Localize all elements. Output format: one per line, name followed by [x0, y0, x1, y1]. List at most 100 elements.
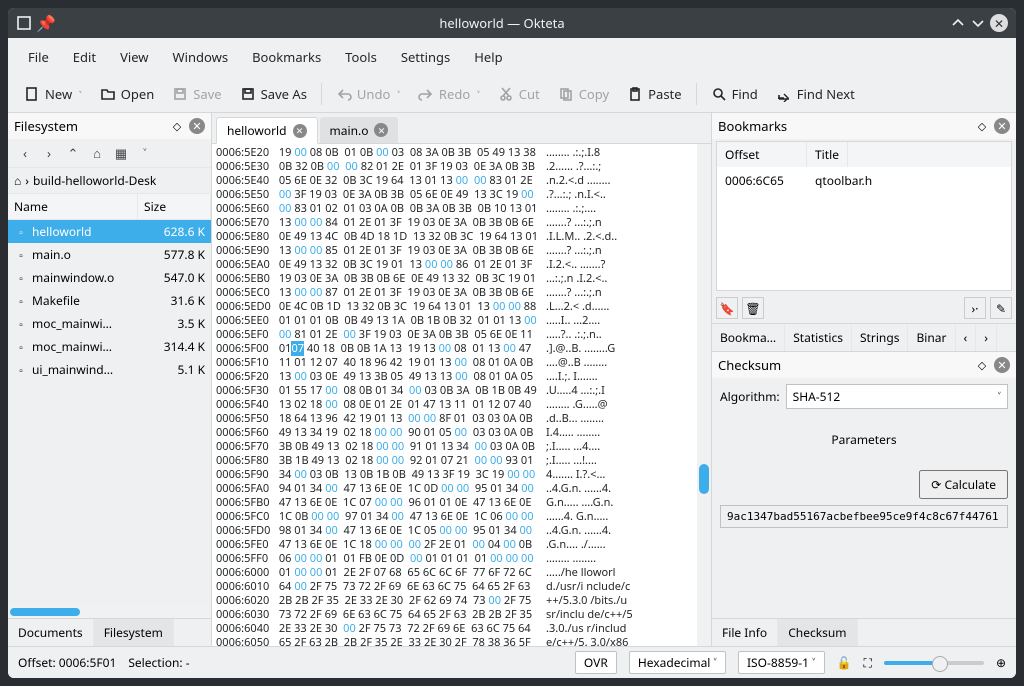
paste-button[interactable]: Paste [619, 80, 689, 108]
minimize-icon[interactable] [950, 15, 966, 31]
open-button[interactable]: Open [92, 80, 163, 108]
panel-float-icon[interactable]: ◇ [974, 118, 990, 134]
pin-icon[interactable]: 📌 [38, 15, 54, 31]
cut-button[interactable]: Cut [490, 80, 548, 108]
file-icon: ▫ [14, 317, 28, 331]
checksum-title: Checksum [718, 356, 781, 374]
nav-fwd-icon[interactable]: › [38, 143, 60, 163]
file-icon: ▫ [14, 294, 28, 308]
redo-button[interactable]: Redo˅ [410, 80, 488, 108]
tab-filesystem[interactable]: Filesystem [94, 619, 174, 646]
copy-button[interactable]: Copy [550, 80, 617, 108]
status-selection: Selection: - [128, 654, 189, 671]
nav-up-icon[interactable]: ⌃ [62, 143, 84, 163]
titlebar: 📌 helloworld — Okteta ✕ [8, 8, 1016, 38]
editor-area: helloworld✕ main.o✕ 0006:5E20 0006:5E30 … [212, 113, 712, 646]
file-row[interactable]: ▫moc_mainwi…3.5 K [8, 312, 211, 335]
save-as-button[interactable]: Save As [232, 80, 315, 108]
zoom-reset-icon[interactable]: ⊕ [996, 654, 1006, 671]
bk-col-title[interactable]: Title [807, 142, 848, 167]
menu-help[interactable]: Help [464, 44, 512, 70]
panel-close-icon[interactable]: ✕ [994, 357, 1010, 373]
tab-documents[interactable]: Documents [8, 619, 94, 646]
algo-select[interactable]: SHA-512 ˅ [786, 384, 1008, 409]
filesystem-title: Filesystem [14, 117, 78, 135]
panel-float-icon[interactable]: ◇ [974, 357, 990, 373]
nav-dropdown-icon[interactable]: ˅ [134, 143, 156, 163]
new-button[interactable]: New˅ [16, 80, 90, 108]
params-label: Parameters [720, 415, 1008, 464]
menu-bookmarks[interactable]: Bookmarks [242, 44, 331, 70]
breadcrumb[interactable]: ⌂ › build-helloworld-Desk [8, 168, 211, 194]
file-row[interactable]: ▫main.o577.8 K [8, 243, 211, 266]
status-mode[interactable]: OVR [575, 651, 617, 674]
rtab-bookmarks[interactable]: Bookma… [712, 324, 785, 351]
save-button[interactable]: Save [164, 80, 229, 108]
hex-view[interactable]: 0006:5E20 0006:5E30 0006:5E40 0006:5E50 … [212, 144, 711, 646]
fit-icon[interactable]: ⛶ [864, 654, 872, 671]
file-icon: ▫ [14, 271, 28, 285]
bookmark-row[interactable]: 0006:6C65 qtoolbar.h [717, 167, 1011, 194]
rtab-statistics[interactable]: Statistics [785, 324, 852, 351]
bookmark-add-icon[interactable]: 🔖 [716, 297, 738, 319]
bookmark-edit-icon[interactable]: ✎ [990, 297, 1012, 319]
file-row[interactable]: ▫Makefile31.6 K [8, 289, 211, 312]
tab-main-o[interactable]: main.o✕ [320, 117, 399, 143]
rtab-binary[interactable]: Binar [908, 324, 955, 351]
status-coding[interactable]: Hexadecimal ˅ [629, 651, 726, 674]
panel-float-icon[interactable]: ◇ [169, 118, 185, 134]
close-icon[interactable]: ✕ [990, 14, 1008, 32]
menu-settings[interactable]: Settings [391, 44, 460, 70]
menu-tools[interactable]: Tools [335, 44, 387, 70]
bookmark-goto-icon[interactable]: ›· [964, 297, 986, 319]
menu-edit[interactable]: Edit [63, 44, 106, 70]
file-icon: ▫ [14, 225, 28, 239]
bookmarks-title: Bookmarks [718, 117, 787, 135]
bk-col-offset[interactable]: Offset [717, 142, 807, 167]
zoom-slider[interactable] [884, 661, 984, 665]
file-row[interactable]: ▫helloworld628.6 K [8, 220, 211, 243]
calculate-button[interactable]: ⟳ Calculate [919, 470, 1008, 499]
lock-icon[interactable]: 🔓 [837, 654, 852, 671]
rtab2-fileinfo[interactable]: File Info [712, 619, 778, 646]
checksum-output[interactable]: 9ac1347bad55167acbefbee95ce9f4c8c67f4476… [720, 505, 1008, 528]
hex-vscroll[interactable] [697, 144, 711, 646]
tab-helloworld[interactable]: helloworld✕ [216, 117, 318, 144]
nav-back-icon[interactable]: ‹ [14, 143, 36, 163]
menu-file[interactable]: File [18, 44, 59, 70]
right-panel: Bookmarks ◇ ✕ Offset Title 0006:6C65 qto… [712, 113, 1016, 646]
file-row[interactable]: ▫moc_mainwi…314.4 K [8, 335, 211, 358]
main-area: Filesystem ◇ ✕ ‹ › ⌃ ⌂ ▦ ˅ ⌂ › build-hel… [8, 113, 1016, 646]
app-window: 📌 helloworld — Okteta ✕ File Edit View W… [8, 8, 1016, 678]
window-title: helloworld — Okteta [54, 14, 950, 32]
bookmark-del-icon[interactable]: 🗑 [742, 297, 764, 319]
panel-close-icon[interactable]: ✕ [994, 118, 1010, 134]
panel-close-icon[interactable]: ✕ [189, 118, 205, 134]
file-row[interactable]: ▫ui_mainwind…5.1 K [8, 358, 211, 381]
filesystem-panel: Filesystem ◇ ✕ ‹ › ⌃ ⌂ ▦ ˅ ⌂ › build-hel… [8, 113, 212, 646]
menu-view[interactable]: View [110, 44, 158, 70]
file-row[interactable]: ▫mainwindow.o547.0 K [8, 266, 211, 289]
find-button[interactable]: Find [703, 80, 766, 108]
fs-hscroll[interactable] [8, 606, 211, 618]
file-icon: ▫ [14, 248, 28, 262]
rtab-prev-icon[interactable]: ‹ [956, 324, 977, 351]
rtab-strings[interactable]: Strings [852, 324, 909, 351]
menu-windows[interactable]: Windows [163, 44, 239, 70]
col-name[interactable]: Name [8, 194, 138, 219]
rtab-next-icon[interactable]: › [976, 324, 997, 351]
tab-close-icon[interactable]: ✕ [293, 124, 307, 138]
file-icon: ▫ [14, 340, 28, 354]
undo-button[interactable]: Undo˅ [328, 80, 408, 108]
nav-places-icon[interactable]: ▦ [110, 143, 132, 163]
maximize-icon[interactable] [970, 15, 986, 31]
nav-home-icon[interactable]: ⌂ [86, 143, 108, 163]
status-offset: Offset: 0006:5F01 [18, 654, 116, 671]
bookmarks-table[interactable]: Offset Title 0006:6C65 qtoolbar.h [716, 141, 1012, 291]
app-menu-icon[interactable] [16, 15, 32, 31]
status-charset[interactable]: ISO-8859-1 ˅ [738, 651, 825, 674]
tab-close-icon[interactable]: ✕ [374, 123, 388, 137]
col-size[interactable]: Size [138, 194, 211, 219]
rtab2-checksum[interactable]: Checksum [778, 619, 857, 646]
find-next-button[interactable]: Find Next [768, 80, 863, 108]
